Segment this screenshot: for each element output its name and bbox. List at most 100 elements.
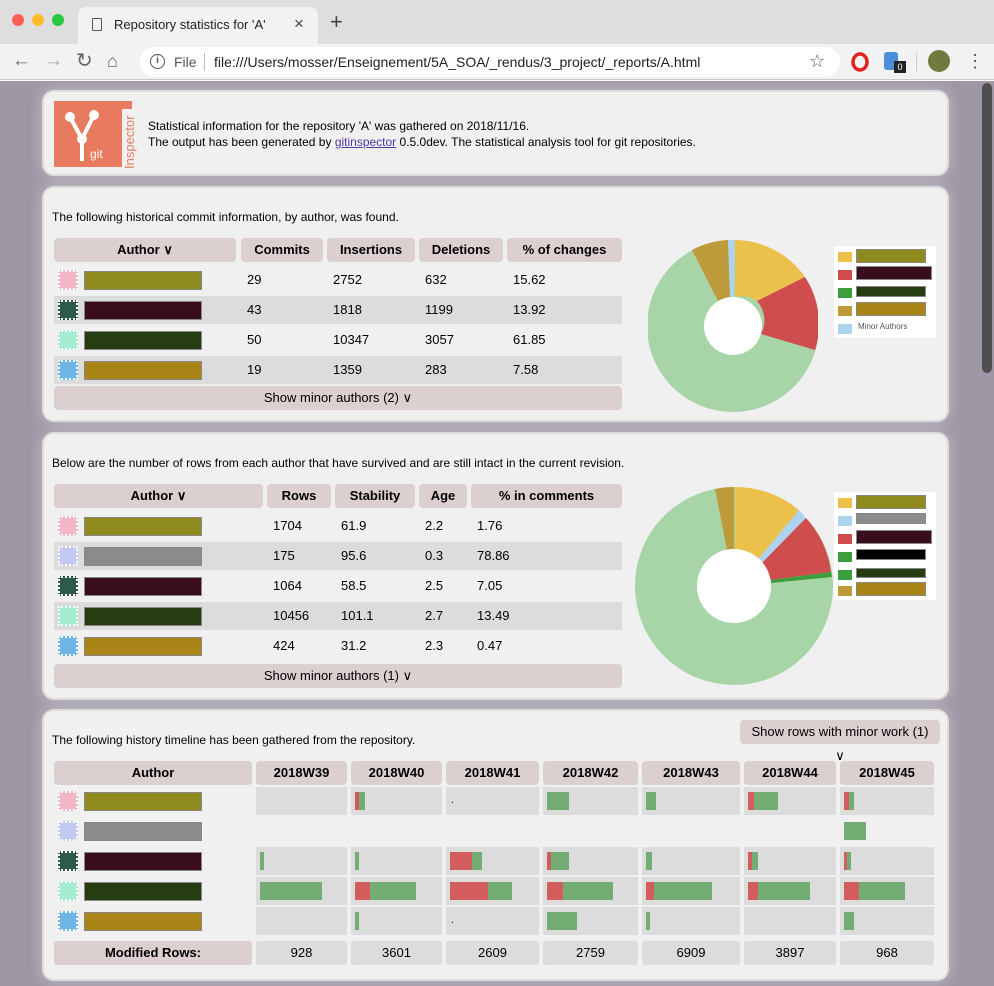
tab-title: Repository statistics for 'A' <box>114 17 266 32</box>
legend-swatch <box>838 252 852 262</box>
show-minor-work-button[interactable]: Show rows with minor work (1) ∨ <box>740 720 940 763</box>
timeline-cell <box>840 907 934 935</box>
modified-rows-value: 928 <box>256 941 347 965</box>
timeline-cell <box>642 817 740 845</box>
author-avatar <box>58 911 78 931</box>
opera-icon[interactable] <box>851 52 869 72</box>
legend-swatch <box>838 534 852 544</box>
gitinspector-link[interactable]: gitinspector <box>335 135 396 149</box>
address-bar[interactable]: i File file:///Users/mosser/Enseignement… <box>140 47 840 77</box>
column-header[interactable]: Deletions <box>419 238 503 262</box>
insertions-bar <box>547 912 577 930</box>
legend-swatch <box>838 498 852 508</box>
scrollbar-thumb[interactable] <box>982 83 992 373</box>
author-avatar <box>58 300 78 320</box>
legend-swatch <box>838 324 852 334</box>
week-header: 2018W39 <box>256 761 347 785</box>
menu-icon[interactable]: ⋮ <box>966 51 984 71</box>
author-avatar <box>58 881 78 901</box>
intro-line-2: The output has been generated by gitinsp… <box>148 134 696 150</box>
deletions-bar <box>450 882 488 900</box>
timeline-cell <box>744 847 836 875</box>
week-header: 2018W41 <box>446 761 539 785</box>
insertions-bar <box>359 792 365 810</box>
legend-name-redacted <box>856 495 926 509</box>
column-header[interactable]: Commits <box>241 238 323 262</box>
legend-swatch <box>838 288 852 298</box>
info-icon[interactable]: i <box>150 54 165 69</box>
insertions-cell: 1818 <box>333 302 362 317</box>
reload-icon[interactable]: ↻ <box>76 49 93 73</box>
timeline-cell <box>351 787 442 815</box>
pie-center <box>704 297 762 355</box>
maximize-window-button[interactable] <box>52 14 64 26</box>
timeline-cell <box>543 907 638 935</box>
author-name-redacted <box>84 912 202 931</box>
back-icon[interactable]: ← <box>12 49 31 73</box>
column-header[interactable]: % of changes <box>507 238 622 262</box>
url-text[interactable]: file:///Users/mosser/Enseignement/5A_SOA… <box>214 54 700 70</box>
new-tab-button[interactable]: + <box>330 11 343 33</box>
minimize-window-button[interactable] <box>32 14 44 26</box>
modified-rows-label: Modified Rows: <box>54 941 252 965</box>
forward-icon[interactable]: → <box>44 49 63 73</box>
legend-name-redacted <box>856 582 926 596</box>
author-avatar <box>58 821 78 841</box>
timeline-cell <box>256 847 347 875</box>
close-tab-icon[interactable]: × <box>294 14 304 34</box>
blame-legend <box>834 492 936 600</box>
timeline-cell <box>256 907 347 935</box>
timeline-cell <box>543 877 638 905</box>
insertions-bar <box>260 852 264 870</box>
modified-rows-value: 968 <box>840 941 934 965</box>
show-minor-authors-button[interactable]: Show minor authors (2) ∨ <box>54 386 622 410</box>
column-header[interactable]: Stability <box>335 484 415 508</box>
percent-changes-cell: 15.62 <box>513 272 546 287</box>
profile-avatar[interactable] <box>928 50 950 72</box>
column-header[interactable]: Rows <box>267 484 331 508</box>
column-header[interactable]: Insertions <box>327 238 415 262</box>
insertions-bar <box>844 912 854 930</box>
timeline-cell: . <box>446 907 539 935</box>
author-name-redacted <box>84 271 202 290</box>
comments-cell: 0.47 <box>477 638 503 653</box>
intro-line-2-post: 0.5.0dev. The statistical analysis tool … <box>396 135 696 149</box>
insertions-bar <box>844 822 866 840</box>
legend-name-redacted <box>856 513 926 524</box>
rows-cell: 175 <box>273 548 295 563</box>
bookmark-star-icon[interactable]: ☆ <box>809 51 825 72</box>
author-avatar <box>58 270 78 290</box>
timeline-cell <box>744 787 836 815</box>
insertions-bar <box>646 852 652 870</box>
column-header[interactable]: % in comments <box>471 484 622 508</box>
blame-caption: Below are the number of rows from each a… <box>52 456 625 470</box>
extension-badge: 0 <box>894 61 906 73</box>
rows-cell: 424 <box>273 638 295 653</box>
close-window-button[interactable] <box>12 14 24 26</box>
insertions-bar <box>472 852 482 870</box>
week-header: 2018W43 <box>642 761 740 785</box>
deletions-bar <box>450 852 472 870</box>
timeline-cell <box>642 787 740 815</box>
insertions-bar <box>646 912 650 930</box>
logo-small-text: git <box>90 147 103 161</box>
scheme-label: File <box>174 54 197 70</box>
timeline-cell <box>642 877 740 905</box>
home-icon[interactable]: ⌂ <box>107 49 118 73</box>
browser-tab[interactable]: Repository statistics for 'A' × <box>78 7 318 44</box>
author-header: Author <box>54 761 252 785</box>
insertions-bar <box>646 792 656 810</box>
stability-cell: 101.1 <box>341 608 374 623</box>
timeline-cell <box>256 787 347 815</box>
comments-cell: 7.05 <box>477 578 503 593</box>
rows-cell: 1064 <box>273 578 302 593</box>
show-minor-authors-button[interactable]: Show minor authors (1) ∨ <box>54 664 622 688</box>
column-header[interactable]: Age <box>419 484 467 508</box>
author-sort-header[interactable]: Author ∨ <box>54 484 263 508</box>
author-sort-header[interactable]: Author ∨ <box>54 238 236 262</box>
week-header: 2018W40 <box>351 761 442 785</box>
timeline-cell <box>351 907 442 935</box>
author-name-redacted <box>84 547 202 566</box>
blame-pie-chart <box>635 486 833 685</box>
timeline-cell <box>256 817 347 845</box>
